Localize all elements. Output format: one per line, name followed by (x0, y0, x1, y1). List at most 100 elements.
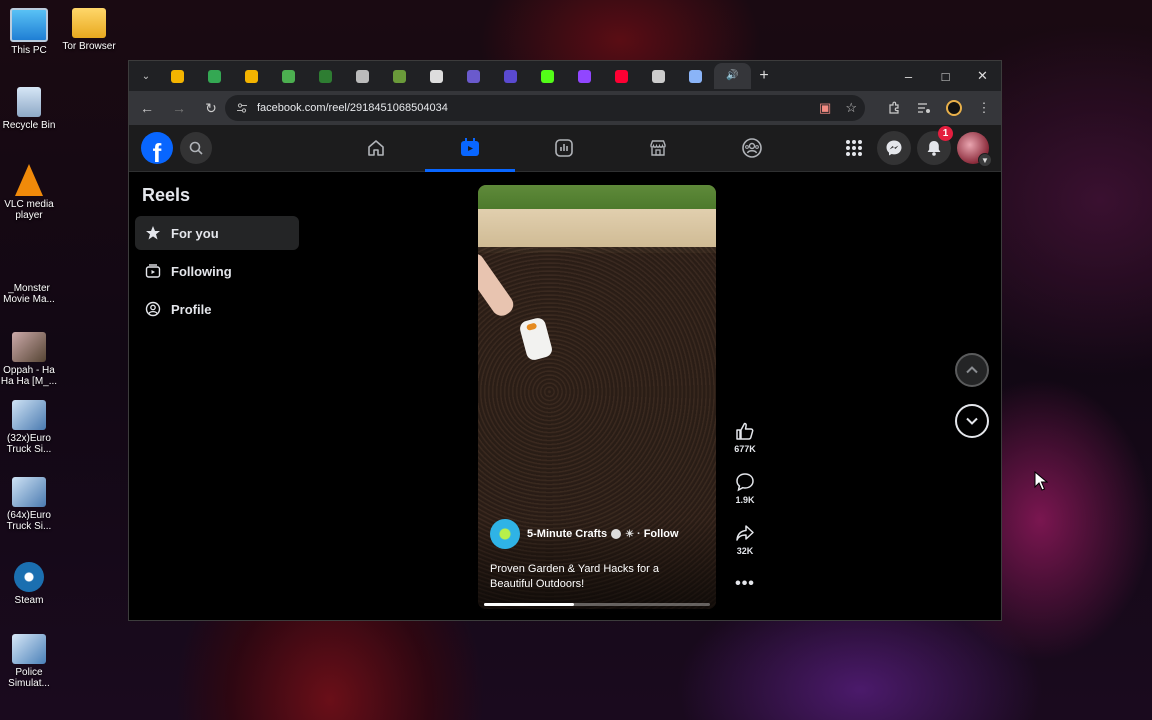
blocked-popup-icon[interactable]: ▣ (819, 100, 831, 116)
google-drive-icon (245, 69, 258, 83)
browser-tab-3[interactable] (270, 63, 307, 89)
shield-icon (504, 69, 517, 83)
reels-sidebar: Reels For you Following Profile (135, 171, 299, 330)
sidebar-item-for-you[interactable]: For you (135, 216, 299, 250)
follow-button[interactable]: Follow (644, 528, 679, 540)
nav-groups-stats[interactable] (517, 125, 611, 171)
reload-button[interactable]: ↻ (197, 94, 225, 122)
profile-avatar-icon[interactable] (943, 97, 965, 119)
tabs: 🔊 (159, 63, 751, 89)
browser-tab-2[interactable] (233, 63, 270, 89)
thumbs-up-icon (733, 419, 757, 443)
facebook-logo[interactable]: f (141, 132, 173, 164)
browser-tab-13[interactable] (640, 63, 677, 89)
browser-tab-8[interactable] (455, 63, 492, 89)
desktop-icon-this-pc[interactable]: This PC (0, 8, 58, 56)
person-icon (467, 69, 480, 83)
monitor-icon (10, 8, 48, 42)
reel-progress-bar[interactable] (484, 603, 710, 606)
messenger-icon (886, 140, 902, 156)
browser-menu-icon[interactable]: ⋮ (973, 97, 995, 119)
browser-tab-11[interactable] (566, 63, 603, 89)
desktop-icon-label: (64x)Euro Truck Si... (6, 510, 52, 532)
author-avatar[interactable] (490, 519, 520, 549)
chevron-down-icon: ⌄ (141, 70, 151, 82)
browser-tab-14[interactable] (677, 63, 714, 89)
author-name[interactable]: 5-Minute Crafts (527, 528, 607, 540)
sidebar-item-label: Following (171, 263, 232, 279)
like-count: 677K (734, 444, 756, 454)
minimize-button[interactable]: – (890, 61, 927, 91)
site-info-icon[interactable] (235, 101, 249, 115)
nav-reels[interactable] (423, 125, 517, 172)
mouse-cursor-icon (1034, 470, 1049, 496)
back-button[interactable]: ← (133, 94, 161, 122)
notifications-button[interactable]: 1 (917, 126, 953, 165)
browser-tab-12[interactable] (603, 63, 640, 89)
groups-icon (742, 138, 762, 158)
next-reel-button[interactable] (955, 404, 989, 438)
chevron-down-icon: ▼ (978, 153, 992, 167)
browser-tab-5[interactable] (344, 63, 381, 89)
desktop-icon-euro-truck-64[interactable]: (64x)Euro Truck Si... (0, 477, 58, 532)
media-controls-icon[interactable] (913, 97, 935, 119)
browser-tab-9[interactable] (492, 63, 529, 89)
desktop-icon-recycle-bin[interactable]: Recycle Bin (0, 87, 58, 131)
notification-badge: 1 (938, 126, 953, 141)
browser-tab-4[interactable] (307, 63, 344, 89)
forward-button[interactable]: → (165, 94, 193, 122)
nav-home[interactable] (329, 125, 423, 171)
comment-button[interactable]: 1.9K (725, 470, 765, 521)
desktop-icon-euro-truck-32[interactable]: (32x)Euro Truck Si... (0, 400, 58, 455)
browser-tab-1[interactable] (196, 63, 233, 89)
profile-icon (144, 300, 162, 318)
chart-board-icon (555, 139, 573, 157)
arrow-right-icon: → (172, 100, 186, 116)
desktop-icon-police-sim[interactable]: Police Simulat... (0, 634, 58, 689)
share-button[interactable]: 32K (725, 521, 765, 572)
messenger-button[interactable] (877, 131, 911, 165)
sidebar-item-following[interactable]: Following (135, 254, 299, 288)
sidebar-item-profile[interactable]: Profile (135, 292, 299, 326)
reel-author: 5-Minute Crafts ☀ · Follow (490, 519, 679, 549)
desktop-icon-tor-browser[interactable]: Tor Browser (60, 8, 118, 52)
folder-icon (72, 8, 106, 38)
browser-tab-15[interactable]: 🔊 (714, 63, 751, 89)
close-window-button[interactable]: ✕ (964, 61, 1001, 91)
new-tab-button[interactable]: + (751, 67, 777, 85)
address-bar[interactable]: facebook.com/reel/2918451068504034 ▣ ☆ (225, 95, 865, 121)
bookmark-star-icon[interactable]: ☆ (845, 100, 857, 116)
desktop-icon-oppah-video[interactable]: Oppah - Ha Ha Ha [M_... (0, 332, 58, 387)
more-options-button[interactable]: ••• (725, 572, 765, 620)
previous-reel-button[interactable] (955, 353, 989, 387)
vlc-cone-icon (15, 164, 43, 196)
menu-button[interactable] (837, 131, 871, 165)
browser-tab-10[interactable] (529, 63, 566, 89)
extensions-icon[interactable] (883, 97, 905, 119)
reel-frame-grass (478, 185, 716, 209)
tab-search-button[interactable]: ⌄ (133, 65, 159, 87)
desktop-icon-steam[interactable]: Steam (0, 562, 58, 606)
browser-window: ⌄ 🔊 + – □ ✕ ← → ↻ facebook.com/reel/2918… (128, 60, 1002, 621)
minimize-icon: – (904, 68, 913, 84)
reel-actions: 677K 1.9K 32K ••• (725, 419, 765, 620)
browser-tab-7[interactable] (418, 63, 455, 89)
reel-progress-fill (484, 603, 575, 606)
browser-tab-0[interactable] (159, 63, 196, 89)
account-avatar[interactable]: ▼ (957, 132, 992, 167)
desktop-icon-vlc[interactable]: VLC media player (0, 164, 58, 221)
truck-game-icon (12, 477, 46, 507)
like-button[interactable]: 677K (725, 419, 765, 470)
caption-line-1: Proven Garden & Yard Hacks for a (490, 563, 659, 575)
browser-tab-6[interactable] (381, 63, 418, 89)
facebook-search-button[interactable] (180, 132, 212, 164)
desktop-icon-label: Recycle Bin (2, 120, 56, 131)
desktop-icon-label: (32x)Euro Truck Si... (6, 433, 52, 455)
plus-icon: + (759, 67, 769, 84)
reel-video[interactable]: 5-Minute Crafts ☀ · Follow Proven Garden… (478, 185, 716, 609)
nav-marketplace[interactable] (611, 125, 705, 171)
separator-dot: · (637, 528, 641, 540)
nav-groups[interactable] (705, 125, 799, 171)
maximize-button[interactable]: □ (927, 61, 964, 91)
desktop-icon-monster-movie[interactable]: _Monster Movie Ma... (0, 250, 58, 305)
